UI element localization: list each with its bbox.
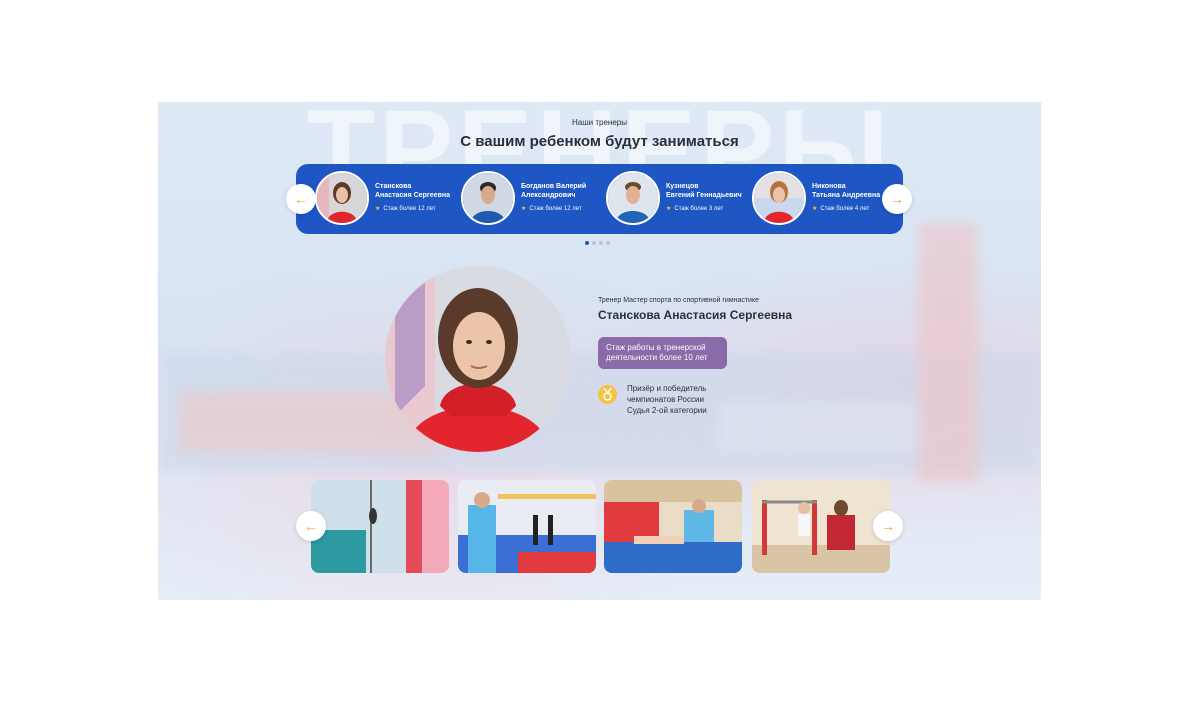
gallery-photo[interactable] [311,480,449,573]
medal-icon [598,385,617,404]
coach-carousel: Станскова Анастасия Сергеевна ★ Стаж боле… [296,164,903,234]
star-icon: ★ [812,206,818,212]
coach-name: Кузнецов Евгений Геннадьевич [666,183,742,199]
gallery-photo[interactable] [458,480,596,573]
coach-card[interactable]: Никонова Татьяна Андреевна ★ Стаж более 4… [752,171,892,227]
star-icon: ★ [375,206,381,212]
coach-name: Станскова Анастасия Сергеевна [375,183,450,199]
background-decor [918,222,978,482]
coach-photo [385,266,571,452]
coach-card[interactable]: Станскова Анастасия Сергеевна ★ Стаж боле… [315,171,455,227]
coach-card[interactable]: Богданов Валерий Александрович ★ Стаж бол… [461,171,601,227]
coach-next-button[interactable]: → [882,184,912,214]
pagination-dot[interactable] [599,241,603,245]
gallery-next-button[interactable]: → [873,511,903,541]
coach-role: Тренер Мастер спорта по спортивной гимна… [598,297,759,304]
coach-experience: ★ Стаж более 4 лет [812,206,870,212]
arrow-right-icon: → [881,518,895,534]
pagination-dot[interactable] [585,241,589,245]
experience-badge: Стаж работы в тренерской деятельности бо… [598,337,727,369]
gallery-photo[interactable] [604,480,742,573]
star-icon: ★ [666,206,672,212]
arrow-left-icon: ← [304,518,318,534]
coach-avatar [315,171,369,225]
coach-prev-button[interactable]: ← [286,184,316,214]
section-subtitle: Наши тренеры [572,118,627,127]
coach-experience: ★ Стаж более 3 лет [666,206,724,212]
coach-avatar [461,171,515,225]
star-icon: ★ [521,206,527,212]
carousel-pagination [585,241,610,245]
coaches-section: ТРЕНЕРЫ Наши тренеры С вашим ребенком бу… [158,102,1041,600]
section-title: С вашим ребенком будут заниматься [460,133,739,150]
coach-achievements: Призёр и победитель чемпионатов России С… [627,384,707,415]
coach-name: Богданов Валерий Александрович [521,183,587,199]
coach-experience: ★ Стаж более 12 лет [375,206,436,212]
arrow-right-icon: → [890,191,904,207]
pagination-dot[interactable] [592,241,596,245]
coach-avatar [606,171,660,225]
gallery-prev-button[interactable]: ← [296,511,326,541]
coach-full-name: Станскова Анастасия Сергеевна [598,308,793,322]
arrow-left-icon: ← [294,191,308,207]
coach-avatar [752,171,806,225]
gallery-photo[interactable] [752,480,890,573]
coach-card[interactable]: Кузнецов Евгений Геннадьевич ★ Стаж более… [606,171,746,227]
coach-experience: ★ Стаж более 12 лет [521,206,582,212]
pagination-dot[interactable] [606,241,610,245]
